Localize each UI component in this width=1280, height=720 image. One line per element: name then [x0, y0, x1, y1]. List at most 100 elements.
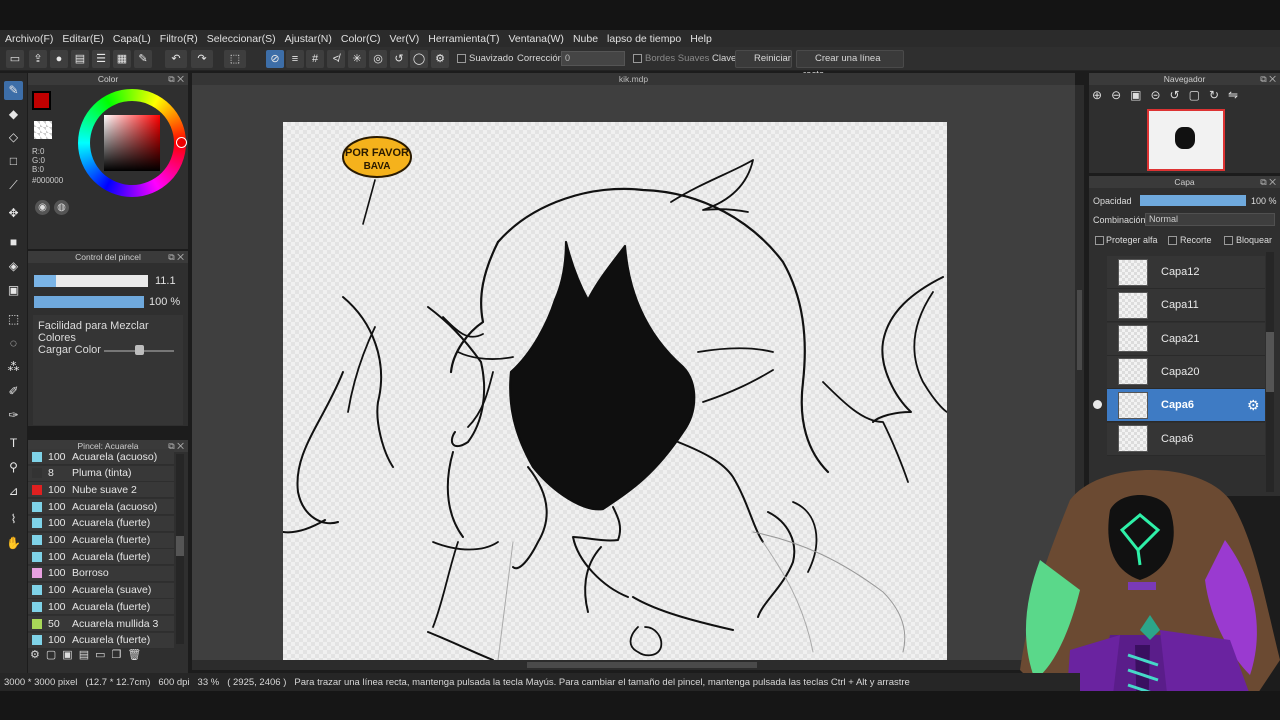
- snap-off-icon[interactable]: ⊘: [266, 50, 284, 68]
- brush-size-slider[interactable]: [34, 275, 148, 287]
- canvas-horizontal-scrollbar[interactable]: [192, 660, 1075, 670]
- panel-buttons-icon[interactable]: ⧉ ✕: [1260, 176, 1276, 188]
- move-tool-icon[interactable]: ✥: [4, 204, 23, 223]
- brush-list-item[interactable]: 100 Acuarela (fuerte): [28, 632, 174, 649]
- saturation-square[interactable]: [104, 115, 160, 171]
- hue-wheel[interactable]: [78, 89, 187, 197]
- layer-row[interactable]: Capa12: [1107, 256, 1265, 289]
- menu-item[interactable]: Nube: [573, 33, 598, 45]
- panel-buttons-icon[interactable]: ⧉ ✕: [168, 73, 184, 85]
- layer-row[interactable]: Capa21: [1107, 322, 1265, 356]
- brush-list-item[interactable]: 100 Borroso: [28, 565, 174, 582]
- load-color-handle[interactable]: [135, 345, 144, 355]
- eraser2-tool-icon[interactable]: ◇: [4, 128, 23, 147]
- hue-handle[interactable]: [176, 137, 187, 148]
- snap-curve-icon[interactable]: ↺: [390, 50, 408, 68]
- dropper-tool-icon[interactable]: ⊿: [4, 482, 23, 501]
- menu-item[interactable]: Seleccionar(S): [207, 33, 276, 45]
- brush-copy-icon[interactable]: ▤: [79, 649, 95, 661]
- fit-icon[interactable]: ▣: [1130, 88, 1150, 102]
- eyedropper-tool-icon[interactable]: ⌇: [4, 510, 23, 529]
- menu-item[interactable]: Filtro(R): [160, 33, 198, 45]
- brush-list-item[interactable]: 50 Acuarela mullida 3: [28, 616, 174, 632]
- edit-list-icon[interactable]: ✎: [134, 50, 152, 68]
- select-pen-tool-icon[interactable]: ✐: [4, 382, 23, 401]
- export-icon[interactable]: ⇪: [29, 50, 47, 68]
- brush-list-item[interactable]: 8 Pluma (tinta): [28, 465, 174, 482]
- bucket-tool-icon[interactable]: ◈: [4, 257, 23, 276]
- transparent-swatch[interactable]: [34, 121, 52, 139]
- brush-opacity-slider[interactable]: [34, 296, 144, 308]
- undo-icon[interactable]: ↶: [165, 50, 187, 68]
- snap-settings-icon[interactable]: ⚙: [431, 50, 449, 68]
- menu-item[interactable]: Ventana(W): [508, 33, 563, 45]
- brush-list-item[interactable]: 100 Acuarela (fuerte): [28, 549, 174, 566]
- menu-item[interactable]: Ver(V): [390, 33, 420, 45]
- menu-item[interactable]: Herramienta(T): [428, 33, 499, 45]
- suavizado-checkbox[interactable]: [457, 54, 466, 63]
- drawing-paper[interactable]: POR FAVOR BAVA: [283, 122, 947, 660]
- text-tool-icon[interactable]: T: [4, 434, 23, 453]
- flip-icon[interactable]: ⇋: [1228, 88, 1247, 102]
- eraser-tool-icon[interactable]: ◆: [4, 105, 23, 124]
- magic-wand-tool-icon[interactable]: ⁂: [4, 358, 23, 377]
- menu-item[interactable]: Editar(E): [62, 33, 103, 45]
- panel-buttons-icon[interactable]: ⧉ ✕: [1260, 73, 1276, 85]
- zoom-out-icon[interactable]: ⊖: [1111, 88, 1130, 102]
- layer-row[interactable]: Capa11: [1107, 289, 1265, 323]
- layer-visible-dot[interactable]: [1093, 400, 1102, 409]
- fill-rect-tool-icon[interactable]: ■: [4, 233, 23, 252]
- panel-buttons-icon[interactable]: ⧉ ✕: [168, 251, 184, 263]
- brush-folder-icon[interactable]: ▭: [95, 649, 111, 661]
- bucket2-tool-icon[interactable]: ⚲: [4, 458, 23, 477]
- hand-tool-icon[interactable]: ✋: [4, 534, 23, 553]
- select-rect-tool-icon[interactable]: ⬚: [4, 310, 23, 329]
- menu-item[interactable]: Help: [690, 33, 712, 45]
- snap-grid-icon[interactable]: #: [306, 50, 324, 68]
- protect-alpha-checkbox[interactable]: [1095, 236, 1104, 245]
- brush-list-item[interactable]: 100 Acuarela (acuoso): [28, 449, 174, 465]
- brush-new-icon[interactable]: ▢: [46, 649, 62, 661]
- menu-item[interactable]: lapso de tiempo: [607, 33, 681, 45]
- redo-icon[interactable]: ↷: [191, 50, 213, 68]
- layer-settings-icon[interactable]: ⚙: [1247, 397, 1260, 414]
- layer-row[interactable]: Capa6: [1107, 389, 1265, 423]
- gradient-tool-icon[interactable]: ▣: [4, 281, 23, 300]
- clip-checkbox[interactable]: [1168, 236, 1177, 245]
- correccion-select[interactable]: 0: [561, 51, 625, 66]
- rectangle-tool-icon[interactable]: □: [4, 152, 23, 171]
- document-tab[interactable]: kik.mdp: [192, 73, 1075, 85]
- brush-list-item[interactable]: 100 Nube suave 2: [28, 482, 174, 499]
- line-tool-icon[interactable]: ⟋: [4, 176, 23, 195]
- brush-add-icon[interactable]: ▣: [62, 649, 78, 661]
- lock-checkbox[interactable]: [1224, 236, 1233, 245]
- color-picker-icon[interactable]: ◍: [54, 200, 69, 215]
- grid-list-icon[interactable]: ▦: [113, 50, 131, 68]
- deselect-icon[interactable]: ⬚: [224, 50, 246, 68]
- rotate-left-icon[interactable]: ↺: [1170, 88, 1189, 102]
- select-eraser-tool-icon[interactable]: ✑: [4, 406, 23, 425]
- brush-list-item[interactable]: 100 Acuarela (acuoso): [28, 499, 174, 516]
- palette-icon[interactable]: ◉: [35, 200, 50, 215]
- fullscreen-icon[interactable]: ▢: [1189, 88, 1209, 102]
- window-icon[interactable]: ▭: [6, 50, 24, 68]
- brush-delete-icon[interactable]: 🗑: [127, 649, 147, 661]
- menu-item[interactable]: Archivo(F): [5, 33, 53, 45]
- brush-list-item[interactable]: 100 Acuarela (suave): [28, 582, 174, 599]
- primary-color-swatch[interactable]: [32, 91, 51, 110]
- brush-list-item[interactable]: 100 Acuarela (fuerte): [28, 515, 174, 532]
- snap-radial-icon[interactable]: ✳: [348, 50, 366, 68]
- brush-list-item[interactable]: 100 Acuarela (fuerte): [28, 599, 174, 616]
- blend-select[interactable]: Normal: [1145, 213, 1275, 226]
- rotate-right-icon[interactable]: ↻: [1209, 88, 1228, 102]
- zoom-minus-icon[interactable]: ⊝: [1150, 88, 1169, 102]
- layer-opacity-slider[interactable]: [1140, 195, 1246, 206]
- save-icon[interactable]: ▤: [71, 50, 89, 68]
- chat-icon[interactable]: ●: [50, 50, 68, 68]
- straight-line-button[interactable]: Crear una línea recta: [796, 50, 904, 80]
- brush-list-item[interactable]: 100 Acuarela (fuerte): [28, 532, 174, 549]
- snap-perspective-icon[interactable]: ≮: [327, 50, 345, 68]
- lasso-tool-icon[interactable]: ◌: [4, 334, 23, 353]
- brush-tool-icon[interactable]: ✎: [4, 81, 23, 100]
- menu-item[interactable]: Capa(L): [113, 33, 151, 45]
